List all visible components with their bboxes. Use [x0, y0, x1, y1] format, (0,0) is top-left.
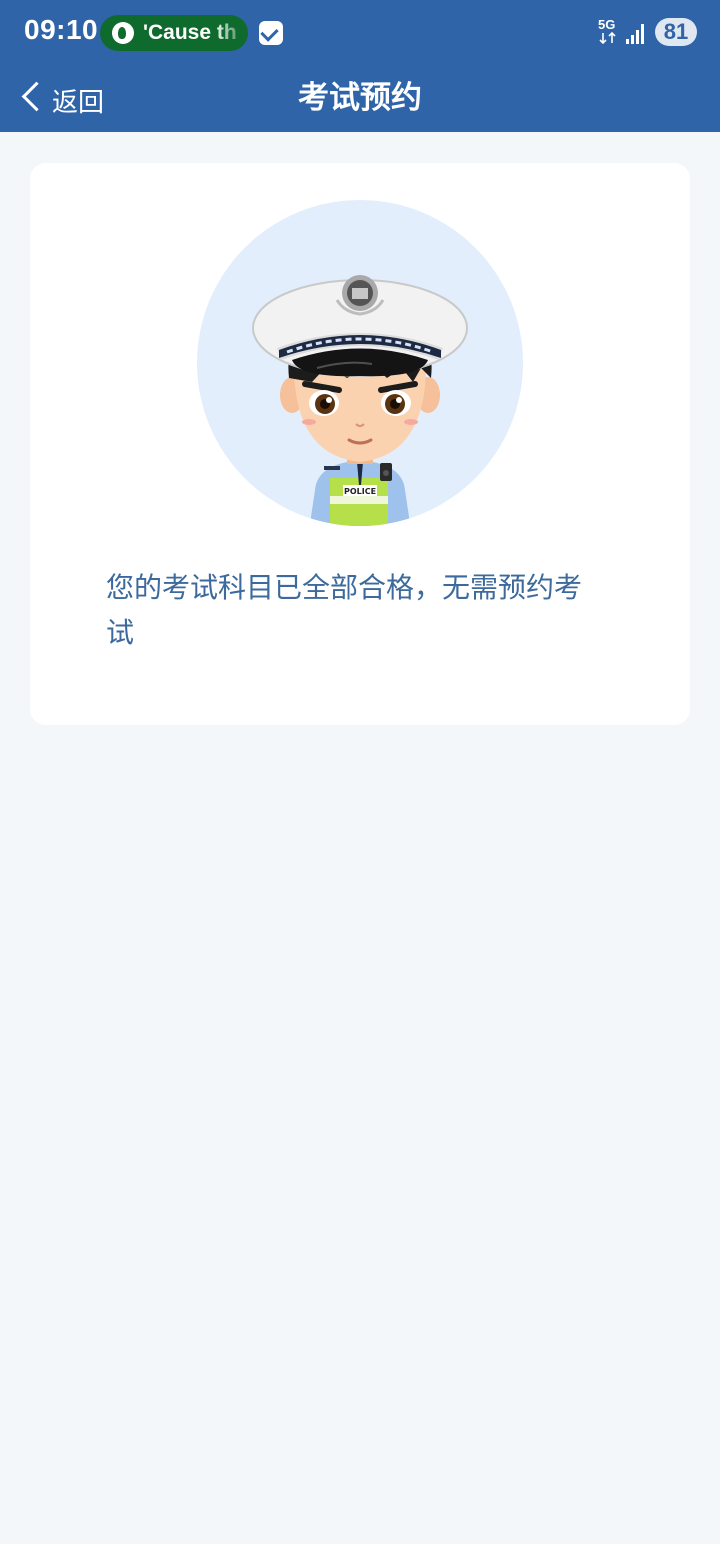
network-type: 5G — [598, 17, 616, 32]
battery-indicator: 81 — [655, 18, 697, 46]
task-check-icon — [259, 21, 283, 45]
signal-icon — [626, 24, 646, 44]
data-arrows-icon — [599, 32, 616, 44]
status-bar: 09:10 'Cause th 5G 81 — [0, 0, 720, 64]
page-title: 考试预约 — [298, 80, 422, 116]
nav-bar: 返回 考试预约 — [0, 64, 720, 132]
now-playing-pill[interactable]: 'Cause th — [100, 15, 248, 51]
police-officer-illustration: POLICE — [252, 275, 468, 526]
exam-status-message: 您的考试科目已全部合格，无需预约考试 — [106, 571, 583, 649]
top-bar: 09:10 'Cause th 5G 81 返回 考试预约 — [0, 0, 720, 132]
exam-status-card: POLICE 您的考试科目已全部合格，无需预约考试 — [30, 163, 690, 725]
police-avatar: POLICE — [197, 200, 523, 526]
police-badge: POLICE — [344, 487, 376, 496]
music-note-icon — [112, 22, 134, 44]
status-time: 09:10 — [24, 14, 99, 45]
